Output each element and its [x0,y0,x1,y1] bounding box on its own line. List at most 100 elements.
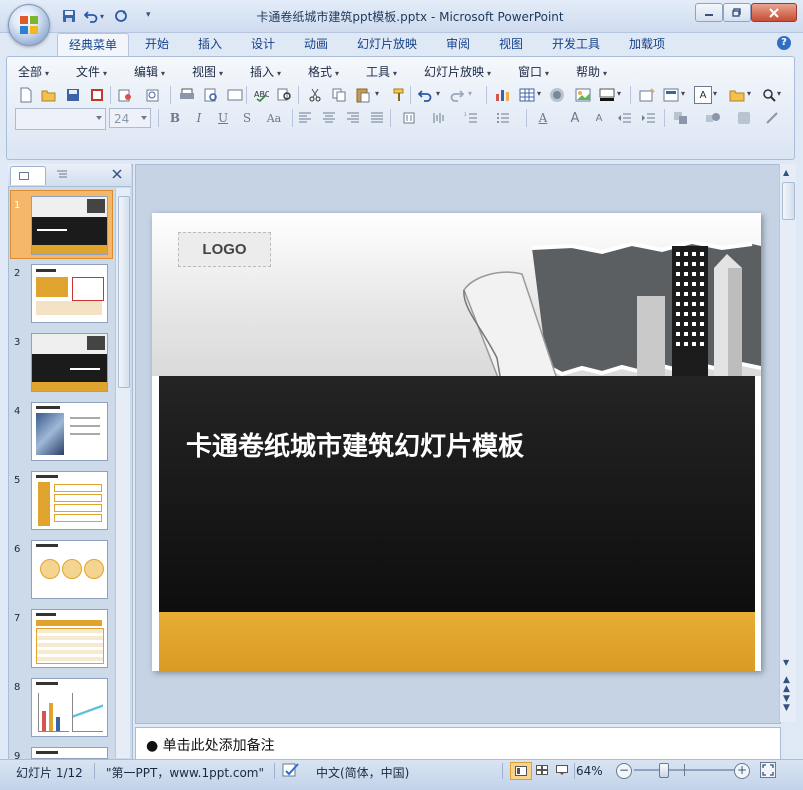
align-text-icon[interactable] [430,109,448,127]
tab-design[interactable]: 设计 [242,33,284,55]
spelling-icon[interactable]: ABC [252,86,270,104]
menu-window[interactable]: 窗口 ▾ [518,63,549,80]
font-name-combo[interactable] [15,108,106,130]
tab-home[interactable]: 开始 [136,33,178,55]
scroll-thumb[interactable] [118,196,130,388]
new-document-icon[interactable] [17,86,35,104]
previous-slide-icon[interactable]: ▲ ▲ [783,676,790,694]
tab-insert[interactable]: 插入 [189,33,231,55]
layout-dropdown-icon[interactable]: ▾ [681,89,685,98]
menu-help[interactable]: 帮助 ▾ [576,63,607,80]
align-center-icon[interactable] [320,109,338,127]
tab-classic-menu[interactable]: 经典菜单 [57,33,129,56]
menu-file[interactable]: 文件 ▾ [76,63,107,80]
print-icon[interactable] [178,86,196,104]
help-icon[interactable]: ? [777,36,791,50]
slide-thumbnail-3[interactable] [31,333,108,392]
align-right-icon[interactable] [344,109,362,127]
save-icon[interactable] [64,86,82,104]
scroll-thumb[interactable] [782,182,795,220]
customize-qat-icon[interactable]: ▾ [146,10,151,20]
change-case-icon[interactable]: Aa [262,109,286,127]
email-icon[interactable] [116,86,134,104]
copy-icon[interactable] [330,86,348,104]
slide-thumbnail-2[interactable] [31,264,108,323]
undo-dropdown-icon[interactable]: ▾ [436,89,440,98]
spell-check-icon[interactable] [282,762,300,781]
slide-scrollbar[interactable]: ▲ ▼ ▲ ▲ ▼ ▼ [779,164,796,722]
bullets-icon[interactable] [494,109,512,127]
slide-thumbnail-8[interactable] [31,678,108,737]
shape-outline-icon[interactable] [764,109,782,127]
redo-icon[interactable] [448,86,466,104]
tab-slides[interactable] [10,166,46,185]
fill-color-icon[interactable] [598,86,616,104]
folder-icon[interactable] [728,86,746,104]
slide-thumbnail-7[interactable] [31,609,108,668]
insert-picture-icon[interactable] [574,86,592,104]
menu-tools[interactable]: 工具 ▾ [366,63,397,80]
zoom-slider-thumb[interactable] [659,763,669,778]
paste-icon[interactable] [354,86,372,104]
tab-animations[interactable]: 动画 [295,33,337,55]
slide-thumbnail-9[interactable] [31,747,108,759]
font-size-combo[interactable]: 24 [109,108,151,128]
italic-icon[interactable]: I [190,109,208,127]
shrink-font-icon[interactable]: A [590,109,608,127]
fill-color-dropdown-icon[interactable]: ▾ [617,89,621,98]
tab-developer[interactable]: 开发工具 [545,33,607,55]
insert-chart-icon[interactable] [494,86,512,104]
format-painter-icon[interactable] [390,86,408,104]
print-preview-icon[interactable] [144,86,162,104]
zoom-level[interactable]: 64% [576,764,603,778]
zoom-slider-track[interactable] [634,769,736,771]
slide-thumbnail-6[interactable] [31,540,108,599]
folder-dropdown-icon[interactable]: ▾ [747,89,751,98]
next-slide-icon[interactable]: ▼ ▼ [783,695,790,713]
office-button[interactable] [8,4,50,46]
table-dropdown-icon[interactable]: ▾ [537,89,541,98]
language-indicator[interactable]: 中文(简体，中国) [316,764,409,781]
text-box-dropdown-icon[interactable]: ▾ [713,89,717,98]
slide-thumbnail-4[interactable] [31,402,108,461]
undo-dropdown-icon[interactable]: ▾ [100,12,104,21]
cut-icon[interactable] [306,86,324,104]
slide-thumbnail-1[interactable] [31,196,108,255]
close-button[interactable] [751,3,797,22]
increase-indent-icon[interactable] [640,109,658,127]
menu-edit[interactable]: 编辑 ▾ [134,63,165,80]
undo-icon[interactable] [82,7,100,25]
menu-all[interactable]: 全部 ▾ [18,63,49,80]
numbering-icon[interactable]: 1 [462,109,480,127]
fit-to-window-button[interactable] [760,762,776,778]
font-color-icon[interactable]: A [534,109,552,127]
slide-layout-icon[interactable] [662,86,680,104]
grow-font-icon[interactable]: A [566,109,584,127]
save-icon[interactable] [60,7,78,25]
thumbnail-scrollbar[interactable] [115,188,130,758]
insert-table-icon[interactable] [518,86,536,104]
tab-addins[interactable]: 加载项 [622,33,672,55]
zoom-out-button[interactable]: − [616,763,632,779]
text-box-icon[interactable]: A [694,86,712,104]
shapes-icon[interactable] [704,109,722,127]
color-grayscale-icon[interactable] [548,86,566,104]
research-icon[interactable] [276,86,294,104]
zoom-dropdown-icon[interactable]: ▾ [777,89,781,98]
paste-dropdown-icon[interactable]: ▾ [375,89,379,98]
print-preview-icon[interactable] [202,86,220,104]
justify-icon[interactable] [368,109,386,127]
menu-insert[interactable]: 插入 ▾ [250,63,281,80]
logo-placeholder[interactable]: LOGO [178,232,271,267]
align-left-icon[interactable] [296,109,314,127]
slide-thumbnail-5[interactable] [31,471,108,530]
menu-format[interactable]: 格式 ▾ [308,63,339,80]
slide-sorter-button[interactable] [532,762,552,778]
undo-icon[interactable] [416,86,434,104]
scroll-down-icon[interactable]: ▼ [783,658,789,667]
redo-icon[interactable] [112,7,130,25]
shape-fill-icon[interactable] [736,109,754,127]
page-setup-icon[interactable] [226,86,244,104]
zoom-in-button[interactable]: + [734,763,750,779]
scroll-up-icon[interactable]: ▲ [783,168,789,177]
